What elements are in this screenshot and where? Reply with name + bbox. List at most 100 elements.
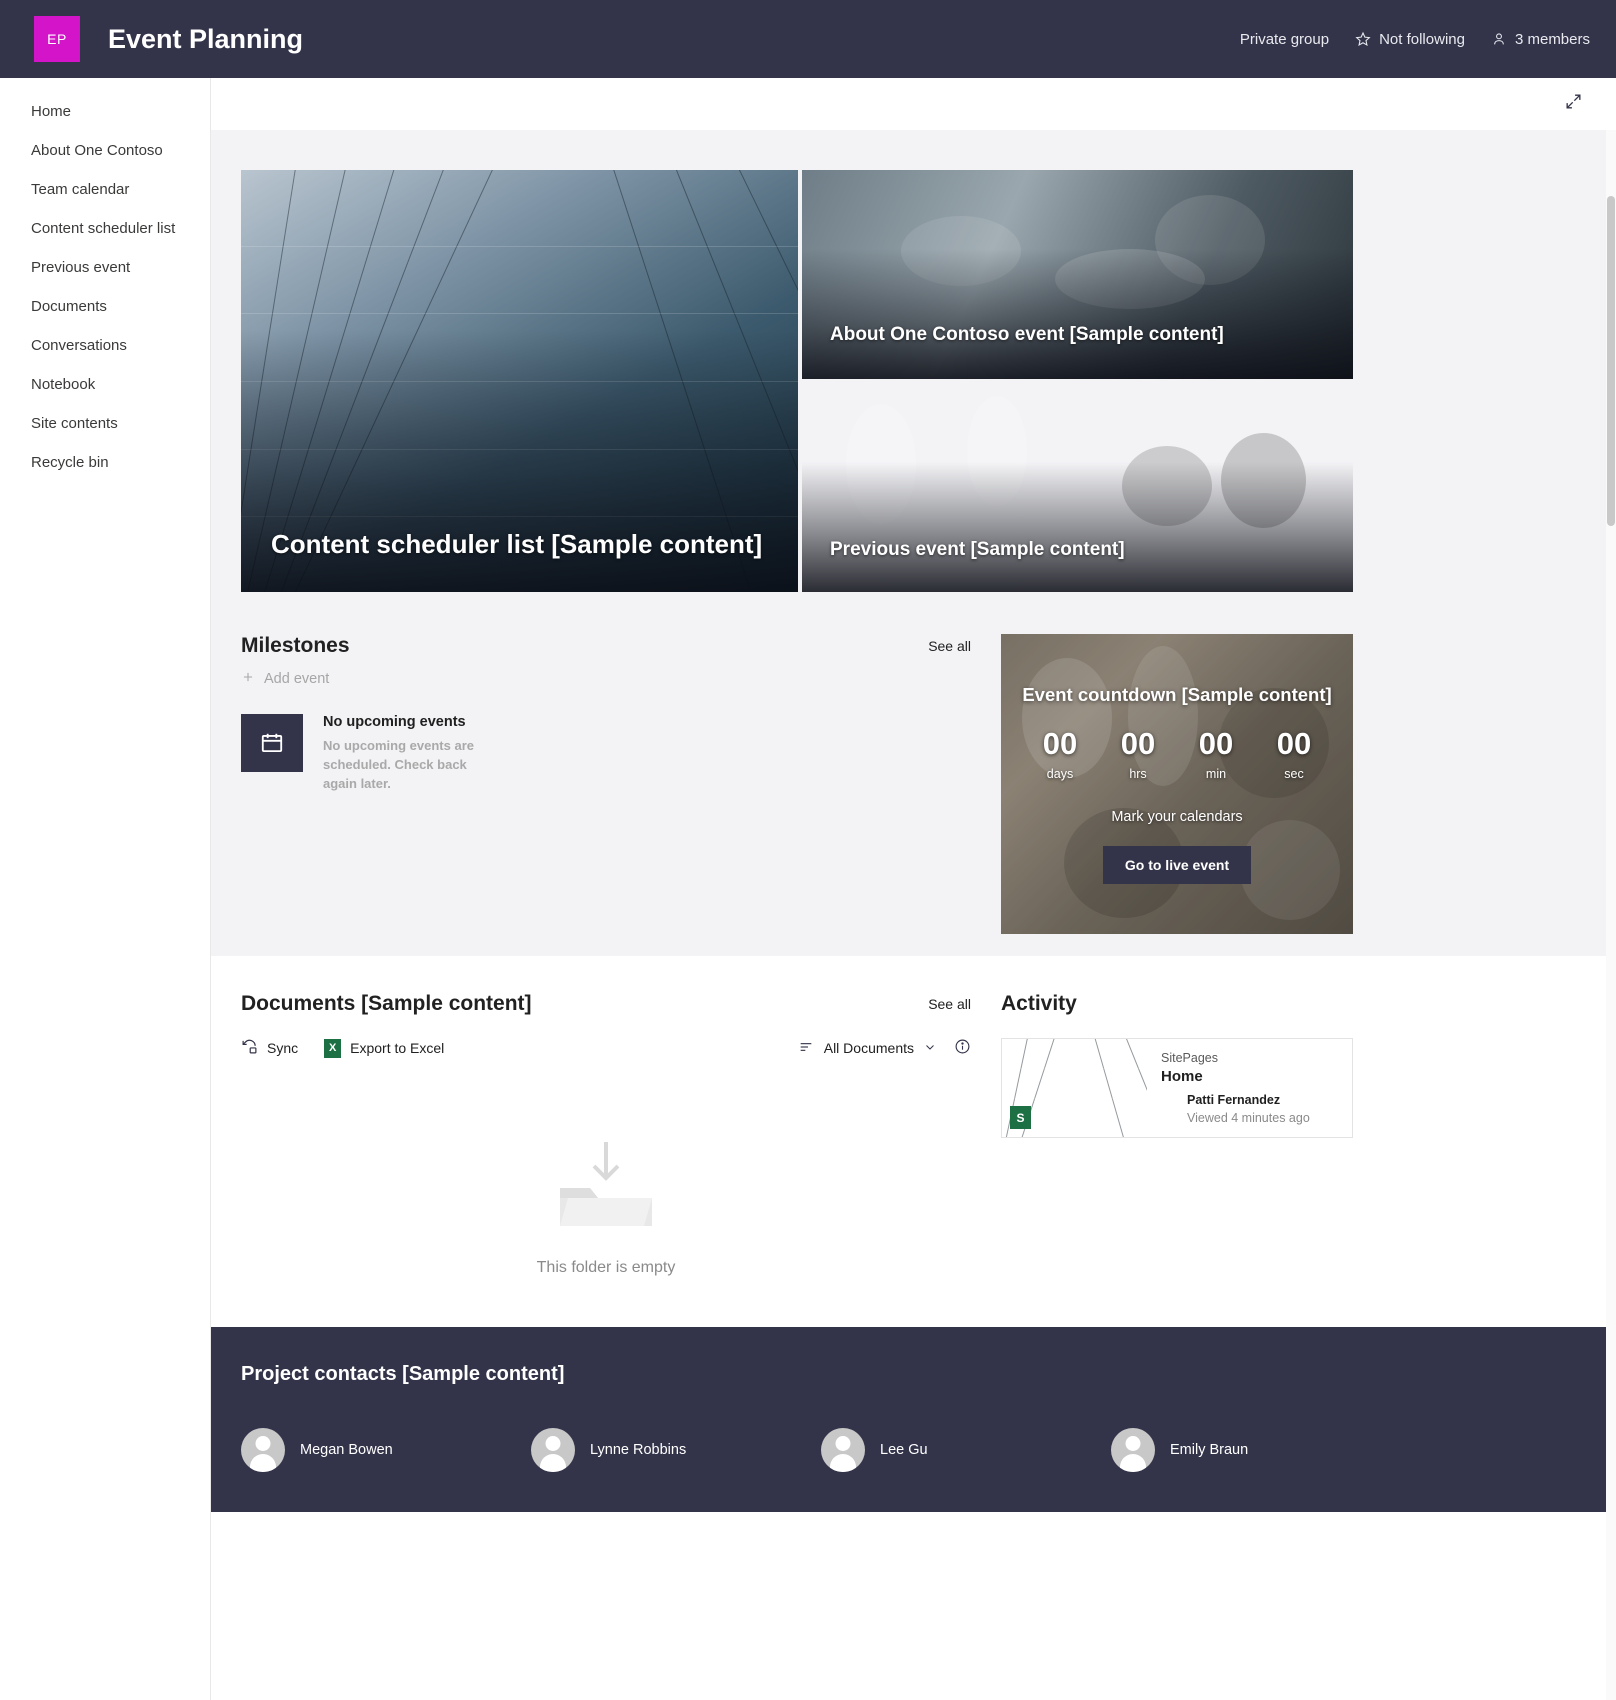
- hero-caption-top-right: About One Contoso event [Sample content]: [830, 324, 1224, 346]
- hero-tile-content-scheduler[interactable]: Content scheduler list [Sample content]: [241, 170, 798, 592]
- documents-toolbar: Sync X Export to Excel All Documents: [241, 1038, 971, 1058]
- sidebar-item-notebook[interactable]: Notebook: [0, 365, 210, 404]
- countdown-title: Event countdown [Sample content]: [1022, 684, 1332, 705]
- activity-title: Activity: [1001, 992, 1077, 1015]
- documents-row: Documents [Sample content] See all Sync …: [241, 992, 1353, 1277]
- contact-card[interactable]: Emily Braun: [1111, 1428, 1401, 1472]
- documents-see-all-link[interactable]: See all: [928, 992, 971, 1012]
- countdown-hrs-label: hrs: [1129, 767, 1147, 781]
- sidebar-item-documents[interactable]: Documents: [0, 287, 210, 326]
- activity-card[interactable]: S SitePages Home Patti Fernandez Viewed …: [1001, 1038, 1353, 1138]
- page-canvas: Content scheduler list [Sample content] …: [211, 78, 1616, 1700]
- sidebar-item-site-contents[interactable]: Site contents: [0, 404, 210, 443]
- hero-tile-previous-event[interactable]: Previous event [Sample content]: [802, 383, 1353, 592]
- left-navigation: Home About One Contoso Team calendar Con…: [0, 78, 211, 1700]
- add-event-button[interactable]: Add event: [241, 670, 971, 688]
- countdown-content: Event countdown [Sample content] 00 days…: [1001, 634, 1353, 884]
- avatar: [1111, 1428, 1155, 1472]
- sidebar-item-conversations[interactable]: Conversations: [0, 326, 210, 365]
- hero-tile-about-one-contoso[interactable]: About One Contoso event [Sample content]: [802, 170, 1353, 379]
- activity-timestamp: Viewed 4 minutes ago: [1187, 1111, 1310, 1125]
- activity-web-part: Activity S SitePages Home Patti Fernande…: [1001, 992, 1353, 1277]
- view-selector[interactable]: All Documents: [798, 1039, 936, 1058]
- contacts-row: Megan Bowen Lynne Robbins Lee Gu Emily B…: [241, 1428, 1401, 1472]
- milestones-row: Milestones See all Add event No upcoming…: [241, 634, 1353, 934]
- project-contacts-web-part: Project contacts [Sample content] Megan …: [211, 1327, 1616, 1512]
- sidebar-item-team-calendar[interactable]: Team calendar: [0, 170, 210, 209]
- hero-right-column: About One Contoso event [Sample content]…: [802, 170, 1353, 592]
- milestones-empty-state: No upcoming events No upcoming events ar…: [241, 714, 971, 794]
- countdown-mark-calendars-text: Mark your calendars: [1111, 809, 1243, 825]
- person-icon: [1491, 31, 1507, 47]
- countdown-days-value: 00: [1042, 726, 1078, 761]
- documents-toolbar-right: All Documents: [798, 1038, 971, 1058]
- activity-user-name: Patti Fernandez: [1187, 1093, 1281, 1107]
- calendar-icon: [241, 714, 303, 772]
- page-body: Home About One Contoso Team calendar Con…: [0, 78, 1616, 1700]
- hero-and-milestones-section: Content scheduler list [Sample content] …: [211, 130, 1616, 956]
- site-logo[interactable]: EP: [34, 16, 80, 62]
- avatar: [531, 1428, 575, 1472]
- contacts-title: Project contacts [Sample content]: [241, 1363, 565, 1385]
- hero-gradient-overlay: [802, 249, 1353, 379]
- hero-caption-bottom-right: Previous event [Sample content]: [830, 539, 1125, 561]
- milestones-title: Milestones: [241, 634, 350, 657]
- contact-name: Megan Bowen: [300, 1442, 393, 1458]
- activity-card-body: SitePages Home Patti Fernandez Viewed 4 …: [1147, 1039, 1352, 1137]
- countdown-min-label: min: [1205, 767, 1227, 781]
- empty-folder-label: This folder is empty: [536, 1259, 676, 1276]
- list-view-icon: [798, 1039, 814, 1058]
- sidebar-item-previous-event[interactable]: Previous event: [0, 248, 210, 287]
- countdown-days-label: days: [1046, 767, 1074, 781]
- sync-label: Sync: [267, 1040, 299, 1056]
- members-button[interactable]: 3 members: [1491, 31, 1590, 48]
- sidebar-item-content-scheduler-list[interactable]: Content scheduler list: [0, 209, 210, 248]
- chevron-down-icon: [924, 1040, 936, 1056]
- sidebar-item-recycle-bin[interactable]: Recycle bin: [0, 443, 210, 482]
- info-icon[interactable]: [954, 1038, 971, 1058]
- hero-caption-main: Content scheduler list [Sample content]: [271, 528, 763, 559]
- expand-icon[interactable]: [1564, 92, 1583, 116]
- site-header: EP Event Planning Private group Not foll…: [0, 0, 1616, 78]
- milestones-header: Milestones See all: [241, 634, 971, 658]
- sidebar-item-home[interactable]: Home: [0, 92, 210, 131]
- follow-button[interactable]: Not following: [1355, 31, 1465, 48]
- document-library-web-part: Documents [Sample content] See all Sync …: [241, 992, 1001, 1277]
- export-label: Export to Excel: [350, 1040, 445, 1056]
- milestones-web-part: Milestones See all Add event No upcoming…: [241, 634, 1001, 934]
- countdown-unit-hrs: 00 hrs: [1113, 728, 1163, 781]
- sync-button[interactable]: Sync: [241, 1038, 298, 1058]
- activity-thumbnail: S: [1002, 1039, 1147, 1137]
- go-to-live-event-button[interactable]: Go to live event: [1102, 846, 1252, 884]
- milestones-see-all-link[interactable]: See all: [928, 634, 971, 654]
- view-label: All Documents: [823, 1040, 914, 1056]
- scrollbar-track[interactable]: [1606, 130, 1616, 1700]
- header-actions: Private group Not following 3 members: [1240, 31, 1590, 48]
- plus-icon: [241, 670, 255, 688]
- privacy-text: Private group: [1239, 30, 1330, 48]
- sync-icon: [241, 1038, 258, 1058]
- contact-name: Emily Braun: [1170, 1442, 1249, 1458]
- countdown-hrs-value: 00: [1120, 726, 1156, 761]
- activity-page-name: Home: [1161, 1068, 1203, 1085]
- add-event-label: Add event: [264, 671, 330, 687]
- privacy-label: Private group: [1240, 31, 1329, 48]
- countdown-unit-min: 00 min: [1191, 728, 1241, 781]
- contact-card[interactable]: Lee Gu: [821, 1428, 1111, 1472]
- sharepoint-badge-icon: S: [1010, 1106, 1031, 1129]
- export-to-excel-button[interactable]: X Export to Excel: [324, 1038, 445, 1058]
- countdown-unit-days: 00 days: [1035, 728, 1085, 781]
- sidebar-item-about-one-contoso[interactable]: About One Contoso: [0, 131, 210, 170]
- members-label: 3 members: [1514, 30, 1590, 48]
- contact-name: Lynne Robbins: [590, 1442, 687, 1458]
- contact-card[interactable]: Megan Bowen: [241, 1428, 531, 1472]
- scrollbar-thumb[interactable]: [1607, 196, 1615, 526]
- contact-card[interactable]: Lynne Robbins: [531, 1428, 821, 1472]
- excel-icon: X: [324, 1038, 342, 1058]
- star-icon: [1355, 31, 1371, 47]
- empty-folder-icon: [552, 1136, 660, 1237]
- avatar: [241, 1428, 285, 1472]
- activity-library-name: SitePages: [1161, 1051, 1218, 1065]
- empty-folder-state: This folder is empty: [241, 1136, 971, 1277]
- follow-label: Not following: [1379, 30, 1465, 48]
